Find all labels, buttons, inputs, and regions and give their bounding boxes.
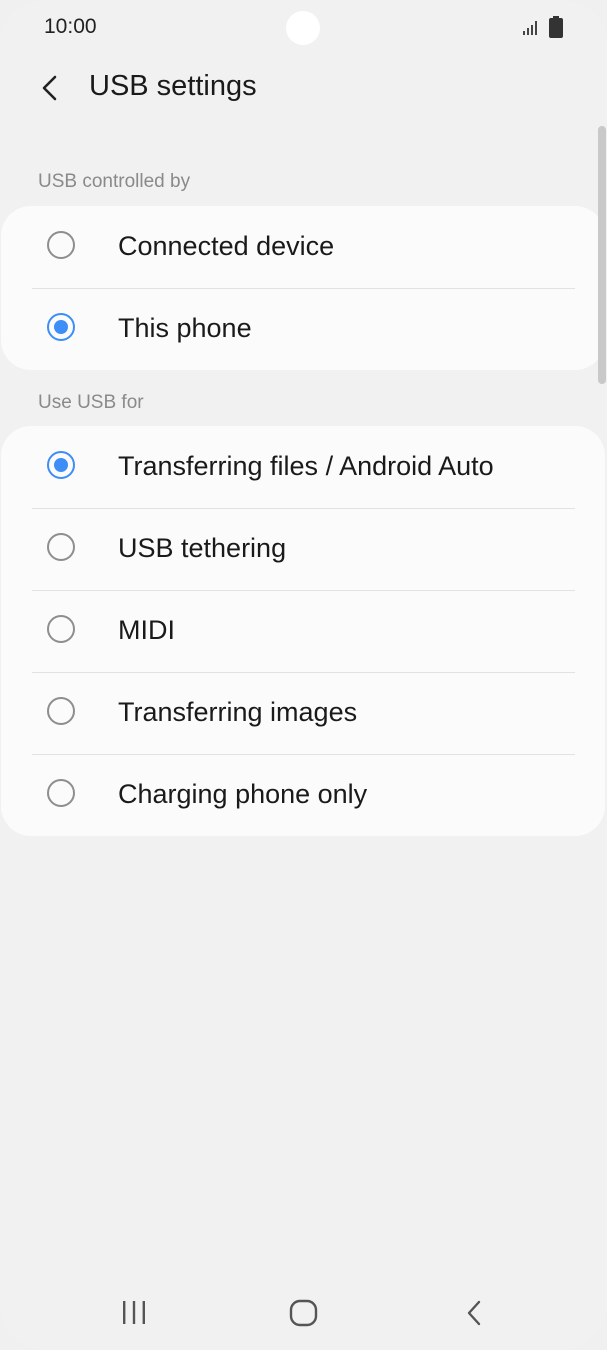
option-label: Transferring files / Android Auto [118,451,494,481]
home-icon[interactable] [289,1299,319,1332]
radio-button[interactable] [47,533,75,561]
option-label: Connected device [118,231,335,261]
radio-option-usb-tethering[interactable]: USB tethering [1,508,605,590]
radio-option-transferring-images[interactable]: Transferring images [1,672,605,754]
phone-screen: 10:00 USB settings USB controlled by Con… [0,0,607,1350]
status-bar: 10:00 [0,0,607,56]
option-label: Charging phone only [118,779,368,809]
radio-option-this-phone[interactable]: This phone [1,288,605,370]
radio-option-transferring-files[interactable]: Transferring files / Android Auto [1,426,605,508]
radio-option-charging-only[interactable]: Charging phone only [1,754,605,836]
option-label: MIDI [118,615,175,645]
signal-icon [522,20,538,41]
status-time: 10:00 [44,15,97,38]
use-usb-for-card: Transferring files / Android Auto USB te… [1,426,605,836]
chevron-left-icon[interactable] [38,74,62,102]
app-header: USB settings [0,56,607,120]
radio-button[interactable] [47,615,75,643]
section-label-use-usb-for: Use USB for [38,392,144,413]
option-label: This phone [118,313,252,343]
camera-cutout [286,11,320,45]
navigation-bar [0,1276,607,1350]
radio-option-connected-device[interactable]: Connected device [1,206,605,288]
recents-icon[interactable] [120,1300,148,1331]
radio-option-midi[interactable]: MIDI [1,590,605,672]
radio-button[interactable] [47,779,75,807]
page-title: USB settings [89,70,257,102]
radio-button[interactable] [47,231,75,259]
radio-button-selected[interactable] [47,451,75,479]
radio-button[interactable] [47,697,75,725]
option-label: USB tethering [118,533,287,563]
section-label-controlled-by: USB controlled by [38,171,191,192]
back-icon[interactable] [464,1299,484,1332]
controlled-by-card: Connected device This phone [1,206,605,370]
radio-button-selected[interactable] [47,313,75,341]
battery-icon [549,16,563,43]
option-label: Transferring images [118,697,358,727]
scrollbar[interactable] [598,126,606,384]
